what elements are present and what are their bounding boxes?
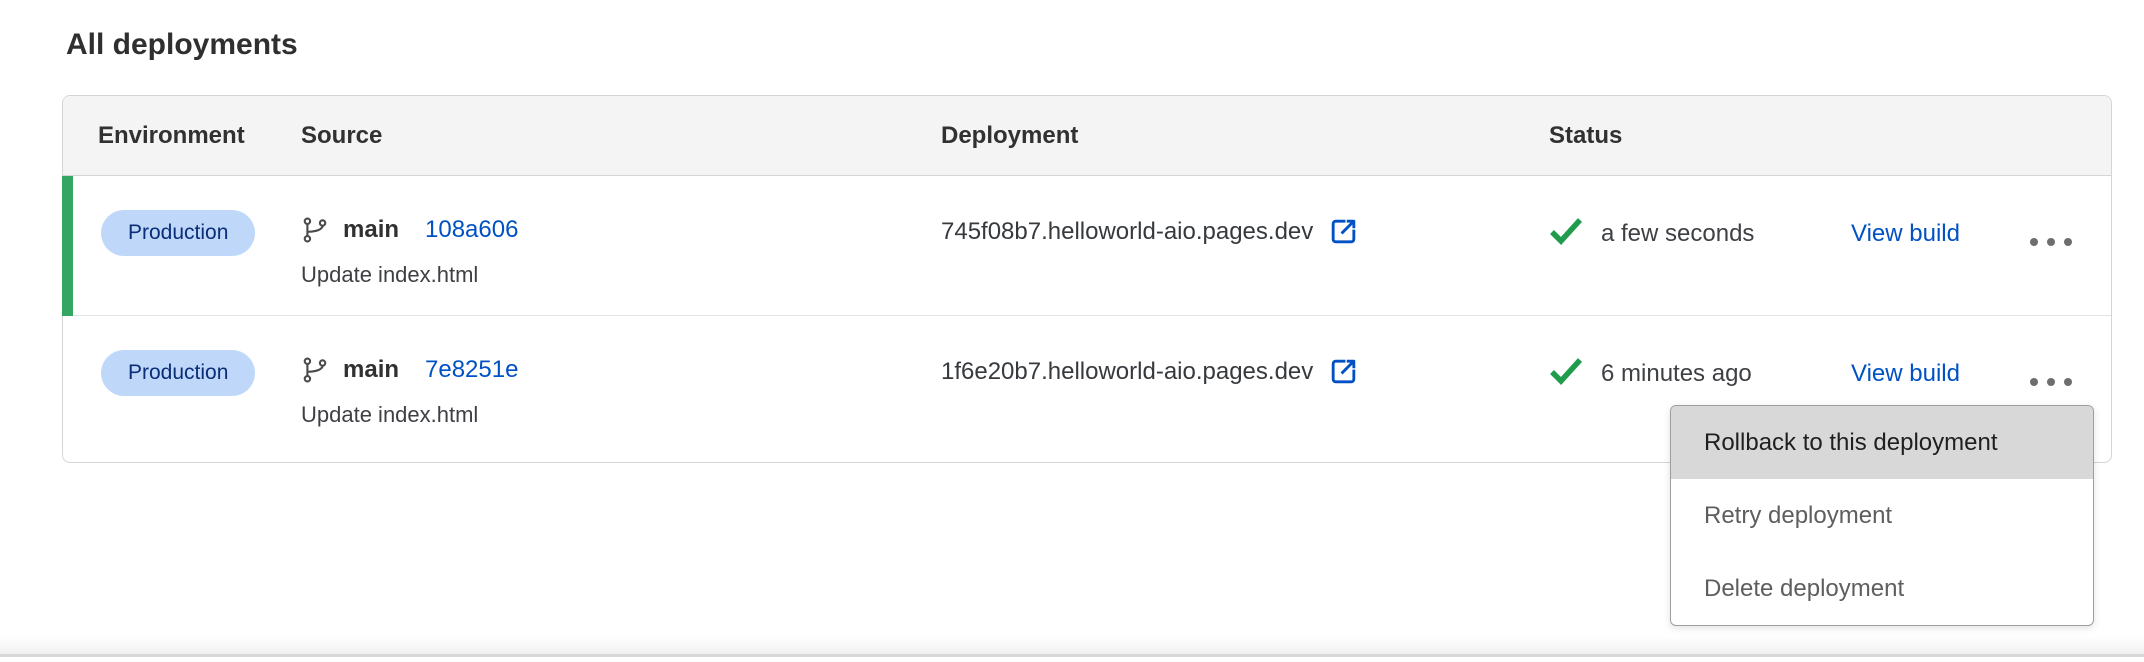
external-link-icon[interactable]: [1328, 216, 1359, 247]
external-link-icon[interactable]: [1328, 356, 1359, 387]
commit-message: Update index.html: [301, 402, 518, 428]
column-header-status: Status: [1549, 96, 1622, 176]
deployment-cell: 745f08b7.helloworld-aio.pages.dev: [941, 216, 1359, 247]
git-branch-icon: [301, 356, 329, 384]
current-deployment-indicator: [62, 176, 73, 316]
commit-link[interactable]: 108a606: [425, 216, 518, 244]
menu-item-retry[interactable]: Retry deployment: [1671, 479, 2093, 552]
environment-badge: Production: [101, 210, 255, 256]
deployments-page: All deployments Environment Source Deplo…: [0, 0, 2144, 662]
page-title: All deployments: [66, 28, 298, 62]
bottom-divider-fade: [0, 636, 2144, 654]
commit-link[interactable]: 7e8251e: [425, 356, 518, 384]
branch-name: main: [343, 356, 399, 384]
source-cell: main 7e8251e Update index.html: [301, 352, 518, 428]
status-time: a few seconds: [1601, 220, 1754, 248]
check-icon: [1549, 356, 1583, 391]
column-header-deployment: Deployment: [941, 96, 1078, 176]
column-header-source: Source: [301, 96, 382, 176]
view-build-link[interactable]: View build: [1851, 220, 1960, 248]
commit-message: Update index.html: [301, 262, 518, 288]
status-cell: 6 minutes ago: [1549, 356, 1752, 391]
deployment-url: 745f08b7.helloworld-aio.pages.dev: [941, 218, 1313, 246]
deployment-context-menu: Rollback to this deployment Retry deploy…: [1670, 405, 2094, 626]
menu-item-rollback[interactable]: Rollback to this deployment: [1671, 406, 2093, 479]
table-header: Environment Source Deployment Status: [63, 96, 2111, 176]
column-header-environment: Environment: [98, 96, 245, 176]
status-cell: a few seconds: [1549, 216, 1754, 251]
deployment-row: Production main 108a606 Update index.htm…: [63, 176, 2111, 316]
environment-badge: Production: [101, 350, 255, 396]
branch-name: main: [343, 216, 399, 244]
more-options-button[interactable]: [2011, 362, 2091, 402]
menu-item-delete[interactable]: Delete deployment: [1671, 552, 2093, 625]
status-time: 6 minutes ago: [1601, 360, 1752, 388]
deployment-url: 1f6e20b7.helloworld-aio.pages.dev: [941, 358, 1313, 386]
source-cell: main 108a606 Update index.html: [301, 212, 518, 288]
view-build-link[interactable]: View build: [1851, 360, 1960, 388]
check-icon: [1549, 216, 1583, 251]
bottom-divider-line: [0, 654, 2144, 657]
deployment-cell: 1f6e20b7.helloworld-aio.pages.dev: [941, 356, 1359, 387]
more-options-button[interactable]: [2011, 222, 2091, 262]
git-branch-icon: [301, 216, 329, 244]
